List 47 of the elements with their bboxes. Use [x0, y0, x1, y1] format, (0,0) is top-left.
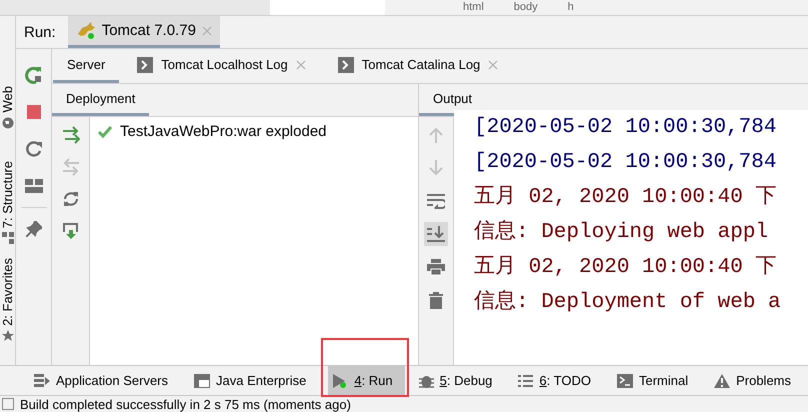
- console-line: 五月 02, 2020 10:00:40 下: [474, 184, 778, 211]
- tool-window-button[interactable]: Java Enterprise: [190, 366, 318, 395]
- warning-icon: [714, 374, 730, 388]
- console-line: [2020-05-02 10:00:30,784: [474, 150, 778, 176]
- status-text: Build completed successfully in 2 s 75 ms (moments ago): [20, 396, 351, 412]
- stop-icon: [26, 105, 40, 119]
- pin-icon: [26, 221, 42, 237]
- enterprise-icon: [194, 374, 210, 388]
- scroll-end-button[interactable]: [424, 222, 448, 246]
- console-line: 五月 02, 2020 10:00:40 下: [474, 254, 778, 281]
- servers-icon: [34, 374, 50, 388]
- console-line: 信息: Deployment of web a: [474, 288, 782, 316]
- close-icon: [488, 60, 498, 70]
- terminal-icon: [616, 374, 633, 388]
- breadcrumb-item[interactable]: h: [568, 1, 574, 14]
- globe-icon: [2, 116, 14, 128]
- console-line: [2020-05-02 10:00:30,784: [474, 115, 778, 141]
- tool-window-button[interactable]: Application Servers: [30, 366, 180, 395]
- tool-window-tab[interactable]: Web: [0, 86, 15, 128]
- star-icon: [2, 330, 14, 342]
- console-icon: [137, 56, 154, 72]
- tool-window-button[interactable]: 4: Run: [328, 366, 405, 395]
- run-tab[interactable]: Tomcat 7.0.79: [68, 16, 220, 48]
- tool-window-button[interactable]: Problems: [710, 366, 792, 395]
- restart-icon: [26, 141, 42, 157]
- tool-window-tab[interactable]: 2: Favorites: [0, 258, 15, 342]
- rerun-icon: [24, 66, 42, 84]
- close-icon: [202, 26, 212, 36]
- console-line: 信息: Deploying web appl: [474, 218, 770, 246]
- close-icon: [296, 60, 306, 70]
- run-label: Run:: [24, 24, 56, 40]
- server-tab[interactable]: Tomcat Localhost Log: [123, 49, 320, 83]
- tool-window-button[interactable]: Terminal: [612, 366, 700, 395]
- list-icon: [518, 374, 534, 386]
- breadcrumb-item[interactable]: html: [463, 1, 484, 14]
- tool-window-button[interactable]: 6: TODO: [514, 366, 603, 395]
- layout-icon: [24, 179, 42, 193]
- breadcrumb-item[interactable]: body: [514, 1, 538, 14]
- run-icon: [332, 374, 348, 388]
- tool-window-tab[interactable]: 7: Structure: [0, 160, 15, 244]
- status-icon: [2, 398, 14, 410]
- server-tab[interactable]: Tomcat Catalina Log: [324, 49, 512, 83]
- bug-icon: [418, 373, 434, 388]
- tool-window-button[interactable]: 5: Debug: [414, 366, 504, 395]
- artifact-item[interactable]: TestJavaWebPro:war exploded: [98, 123, 410, 140]
- structure-icon: [2, 232, 14, 244]
- console-icon: [338, 56, 354, 72]
